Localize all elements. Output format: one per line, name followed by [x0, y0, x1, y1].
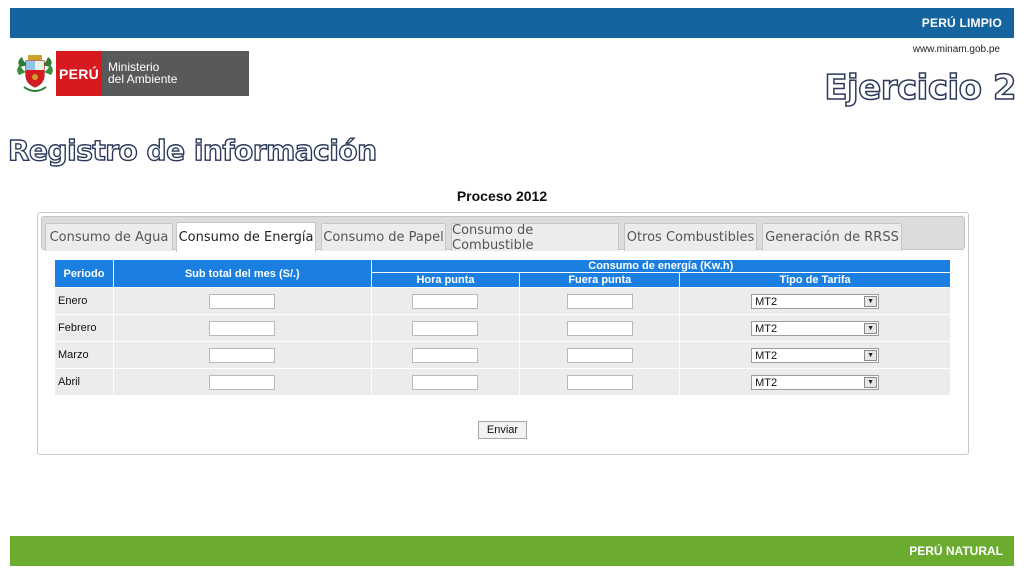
header-fuera-punta: Fuera punta: [519, 272, 681, 288]
tab-consumo-energia[interactable]: Consumo de Energía: [176, 222, 316, 252]
section-title: Registro de información: [7, 133, 377, 167]
form-title: Proceso 2012: [456, 188, 548, 204]
table-row: Enero MT2 ▼: [54, 287, 951, 315]
bottom-banner-label: PERÚ NATURAL: [909, 544, 1003, 558]
row-periodo-label: Abril: [54, 368, 114, 396]
energy-table: Periodo Sub total del mes (S/.) Consumo …: [54, 258, 952, 396]
hora-punta-input[interactable]: [412, 293, 479, 309]
dropdown-arrow-icon[interactable]: ▼: [864, 295, 878, 307]
row-periodo-label: Marzo: [54, 341, 114, 369]
tarifa-select-value: MT2: [755, 376, 778, 389]
fuera-punta-input[interactable]: [566, 293, 633, 309]
top-banner-label: PERÚ LIMPIO: [921, 16, 1002, 30]
subtotal-input[interactable]: [209, 320, 276, 336]
table-row: Abril MT2 ▼: [54, 368, 951, 396]
header-periodo: Periodo: [54, 259, 114, 288]
tarifa-select[interactable]: MT2 ▼: [751, 347, 880, 363]
hora-punta-input[interactable]: [412, 374, 479, 390]
tarifa-select[interactable]: MT2 ▼: [751, 320, 880, 336]
top-banner: PERÚ LIMPIO: [10, 8, 1014, 38]
dropdown-arrow-icon[interactable]: ▼: [864, 349, 878, 361]
tab-consumo-combustible[interactable]: Consumo de Combustible: [451, 223, 619, 253]
table-row: Febrero MT2 ▼: [54, 314, 951, 342]
logo-ministry-line2: del Ambiente: [108, 72, 178, 86]
tarifa-select-value: MT2: [755, 349, 778, 362]
header-consumo-energia: Consumo de energía (Kw.h): [370, 258, 952, 274]
hora-punta-input[interactable]: [412, 347, 479, 363]
tarifa-select[interactable]: MT2 ▼: [751, 293, 880, 309]
row-periodo-label: Enero: [54, 287, 114, 315]
logo-ministry: Ministerio del Ambiente: [102, 51, 249, 96]
fuera-punta-input[interactable]: [566, 347, 633, 363]
header-hora-punta: Hora punta: [370, 272, 521, 288]
header-subtotal: Sub total del mes (S/.): [112, 259, 372, 288]
tarifa-select-value: MT2: [755, 295, 778, 308]
exercise-title: Ejercicio 2: [824, 67, 1018, 109]
fuera-punta-input[interactable]: [566, 374, 633, 390]
tab-otros-combustibles[interactable]: Otros Combustibles: [624, 223, 757, 251]
subtotal-input[interactable]: [209, 293, 276, 309]
tarifa-select[interactable]: MT2 ▼: [751, 374, 880, 390]
peru-crest-icon: [14, 51, 56, 96]
submit-button[interactable]: Enviar: [478, 421, 527, 439]
bottom-banner: PERÚ NATURAL: [10, 536, 1014, 566]
table-row: Marzo MT2 ▼: [54, 341, 951, 369]
header-tipo-tarifa: Tipo de Tarifa: [679, 272, 951, 288]
logo-country: PERÚ: [56, 51, 102, 96]
hora-punta-input[interactable]: [412, 320, 479, 336]
fuera-punta-input[interactable]: [566, 320, 633, 336]
subtotal-input[interactable]: [209, 347, 276, 363]
site-url: www.minam.gob.pe: [912, 44, 1000, 55]
dropdown-arrow-icon[interactable]: ▼: [864, 322, 878, 334]
tab-consumo-agua[interactable]: Consumo de Agua: [45, 223, 173, 251]
tarifa-select-value: MT2: [755, 322, 778, 335]
tab-generacion-rrss[interactable]: Generación de RRSS: [762, 223, 902, 251]
row-periodo-label: Febrero: [54, 314, 114, 342]
ministry-logo: PERÚ Ministerio del Ambiente: [14, 51, 249, 96]
tab-consumo-papel[interactable]: Consumo de Papel: [321, 223, 446, 251]
tab-bar: Consumo de Agua Consumo de Energía Consu…: [41, 216, 965, 253]
dropdown-arrow-icon[interactable]: ▼: [864, 376, 878, 388]
subtotal-input[interactable]: [209, 374, 276, 390]
form-panel: Consumo de Agua Consumo de Energía Consu…: [37, 212, 969, 455]
